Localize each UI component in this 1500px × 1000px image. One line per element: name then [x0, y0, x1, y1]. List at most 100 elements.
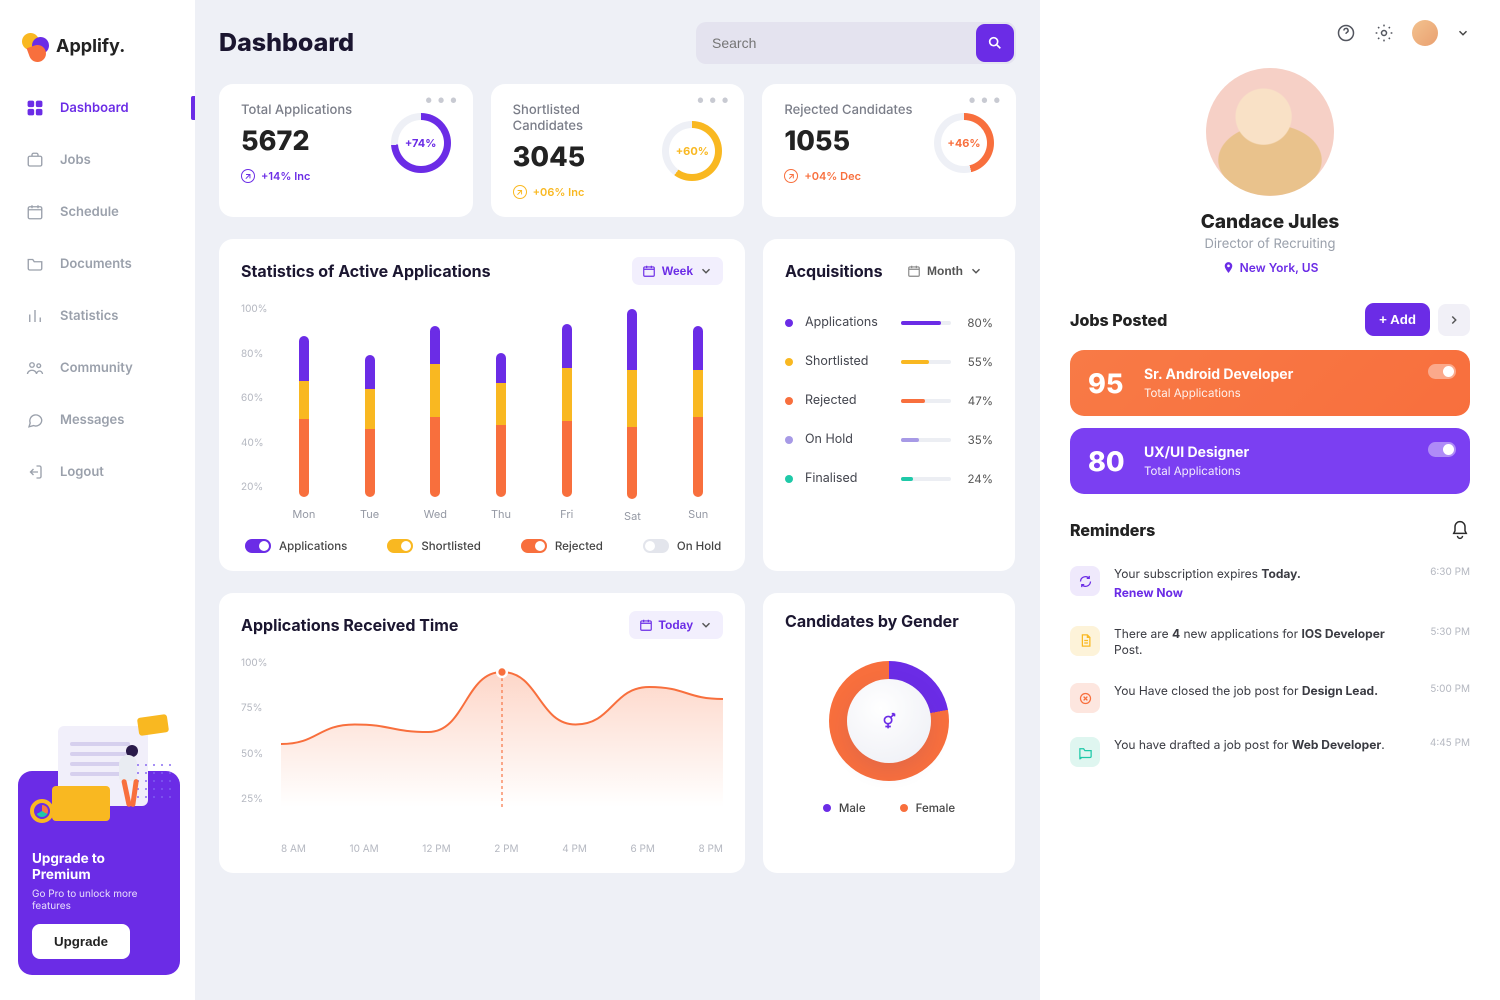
profile-name: Candace Jules [1201, 210, 1340, 233]
search-input[interactable] [696, 35, 974, 51]
logo-icon [24, 35, 46, 57]
acq-bar [901, 477, 951, 481]
sidebar-item-jobs[interactable]: Jobs [12, 137, 183, 183]
gender-donut-chart [829, 661, 949, 781]
dot-icon [785, 358, 793, 366]
sidebar-item-messages[interactable]: Messages [12, 397, 183, 443]
more-icon[interactable]: ● ● ● [697, 96, 730, 105]
bar-column: Mon [289, 309, 319, 521]
reminder-text: You have drafted a job post for Web Deve… [1114, 737, 1416, 754]
statistics-period-picker[interactable]: Week [632, 257, 723, 285]
stat-card: ● ● ● Rejected Candidates 1055 ↗+04% Dec… [762, 84, 1016, 217]
trend-icon: ↗ [241, 169, 255, 183]
acquisition-row: Shortlisted 55% [785, 342, 993, 381]
received-title: Applications Received Time [241, 615, 629, 635]
job-toggle[interactable] [1428, 364, 1456, 379]
legend-toggle[interactable] [245, 539, 271, 553]
statistics-card: Statistics of Active Applications Week 1… [219, 239, 745, 571]
reminders-title: Reminders [1070, 520, 1450, 540]
dashboard-icon [26, 99, 44, 117]
user-avatar-small[interactable] [1412, 20, 1438, 46]
sidebar-item-logout[interactable]: Logout [12, 449, 183, 495]
sidebar-item-schedule[interactable]: Schedule [12, 189, 183, 235]
logout-icon [26, 463, 44, 481]
gender-legend-male: Male [823, 801, 866, 815]
bell-icon[interactable] [1450, 520, 1470, 540]
briefcase-icon [26, 151, 44, 169]
chevron-down-icon [699, 264, 713, 278]
stat-value: 1055 [784, 124, 920, 157]
sidebar-item-statistics[interactable]: Statistics [12, 293, 183, 339]
search-button[interactable] [976, 24, 1014, 62]
bar-column: Thu [486, 309, 516, 521]
sidebar-nav: Dashboard Jobs Schedule Documents Statistics… [0, 85, 195, 495]
calendar-icon [907, 264, 921, 278]
folder-icon [26, 255, 44, 273]
stat-ring: +74% [391, 113, 451, 173]
stat-value: 3045 [513, 140, 649, 173]
more-icon[interactable]: ● ● ● [969, 96, 1002, 105]
legend-toggle[interactable] [521, 539, 547, 553]
profile: Candace Jules Director of Recruiting New… [1070, 68, 1470, 275]
dot-icon [785, 319, 793, 327]
dot-icon [785, 436, 793, 444]
acquisitions-title: Acquisitions [785, 261, 897, 281]
legend-toggle[interactable] [387, 539, 413, 553]
dot-icon [785, 397, 793, 405]
more-icon[interactable]: ● ● ● [426, 96, 459, 105]
add-job-button[interactable]: + Add [1365, 303, 1430, 336]
reminder-time: 5:00 PM [1430, 683, 1470, 695]
legend-item[interactable]: Shortlisted [387, 539, 481, 553]
upgrade-subtitle: Go Pro to unlock more features [32, 888, 166, 912]
dot-icon [785, 475, 793, 483]
stat-label: Rejected Candidates [784, 102, 920, 118]
reminder-text: You Have closed the job post for Design … [1114, 683, 1416, 700]
gender-card: Candidates by Gender Male Female [763, 593, 1015, 873]
legend-item[interactable]: Rejected [521, 539, 603, 553]
job-card[interactable]: 95 Sr. Android Developer Total Applicati… [1070, 350, 1470, 416]
profile-location: New York, US [1222, 260, 1319, 275]
sidebar-item-documents[interactable]: Documents [12, 241, 183, 287]
gender-legend-female: Female [900, 801, 956, 815]
statistics-title: Statistics of Active Applications [241, 261, 632, 281]
jobs-next-button[interactable] [1438, 304, 1470, 336]
renew-link[interactable]: Renew Now [1114, 585, 1183, 602]
stat-card: ● ● ● Shortlisted Candidates 3045 ↗+06% … [491, 84, 745, 217]
stat-delta: ↗+06% Inc [513, 185, 649, 199]
upgrade-button[interactable]: Upgrade [32, 924, 130, 959]
reminder-item: There are 4 new applications for IOS Dev… [1070, 614, 1470, 672]
profile-role: Director of Recruiting [1205, 236, 1336, 252]
acquisition-row: Finalised 24% [785, 459, 993, 498]
upgrade-illustration [18, 701, 180, 841]
job-card[interactable]: 80 UX/UI Designer Total Applications [1070, 428, 1470, 494]
sidebar-item-community[interactable]: Community [12, 345, 183, 391]
acquisitions-period-picker[interactable]: Month [897, 257, 993, 285]
legend-item[interactable]: Applications [245, 539, 347, 553]
stat-delta: ↗+04% Dec [784, 169, 920, 183]
sidebar-item-dashboard[interactable]: Dashboard [12, 85, 183, 131]
job-toggle[interactable] [1428, 442, 1456, 457]
reminder-text: Your subscription expires Today.Renew No… [1114, 566, 1416, 602]
received-period-picker[interactable]: Today [629, 611, 723, 639]
legend-toggle[interactable] [643, 539, 669, 553]
settings-icon[interactable] [1374, 23, 1394, 43]
jobs-list: 95 Sr. Android Developer Total Applicati… [1070, 350, 1470, 494]
chevron-right-icon [1447, 313, 1461, 327]
user-menu-chevron[interactable] [1456, 26, 1470, 40]
trend-icon: ↗ [513, 185, 527, 199]
search-icon [987, 35, 1003, 51]
bar-column: Sun [683, 309, 713, 521]
calendar-icon [26, 203, 44, 221]
help-icon[interactable] [1336, 23, 1356, 43]
reminder-item: You have drafted a job post for Web Deve… [1070, 725, 1470, 779]
acquisition-row: Applications 80% [785, 303, 993, 342]
bar-chart-yaxis: 100%80%60%40%20% [241, 303, 287, 493]
stat-cards: ● ● ● Total Applications 5672 ↗+14% Inc … [219, 84, 1016, 217]
close-icon [1070, 683, 1100, 713]
doc-icon [1070, 626, 1100, 656]
legend-item[interactable]: On Hold [643, 539, 721, 553]
upgrade-title: Upgrade to Premium [32, 851, 166, 883]
brand-name: Applify. [56, 36, 125, 57]
jobs-posted-title: Jobs Posted [1070, 310, 1365, 330]
people-icon [26, 359, 44, 377]
